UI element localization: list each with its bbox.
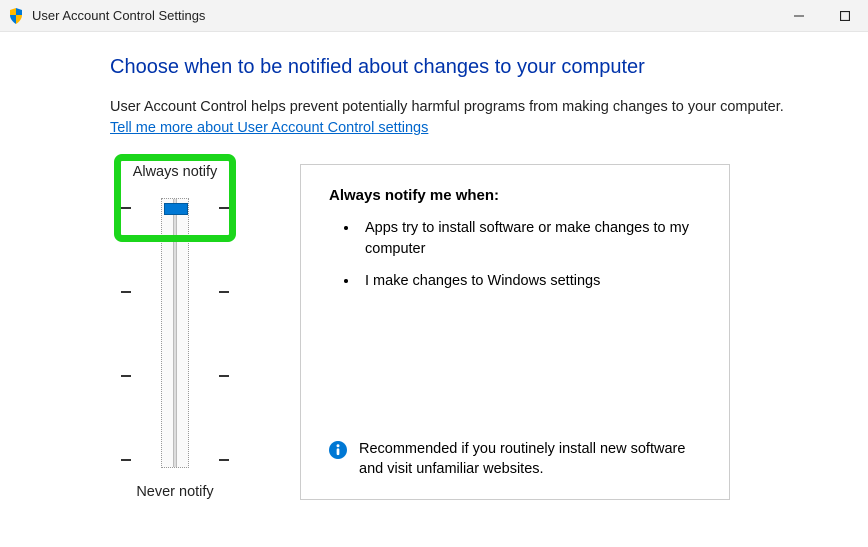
- slider-column: Always notify Never notify: [110, 164, 240, 500]
- slider-tick: [219, 291, 229, 293]
- slider-track[interactable]: [161, 198, 189, 468]
- slider-tick: [219, 207, 229, 209]
- slider-tick: [219, 459, 229, 461]
- slider-tick: [121, 207, 131, 209]
- detail-bullet: I make changes to Windows settings: [359, 271, 701, 291]
- window-controls: [776, 0, 868, 32]
- info-icon: [329, 441, 347, 459]
- page-description: User Account Control helps prevent poten…: [110, 97, 828, 117]
- detail-title: Always notify me when:: [329, 187, 701, 204]
- detail-box: Always notify me when: Apps try to insta…: [300, 164, 730, 500]
- recommendation-row: Recommended if you routinely install new…: [329, 421, 701, 480]
- window-title: User Account Control Settings: [32, 8, 205, 23]
- slider-tick: [121, 291, 131, 293]
- slider-thumb[interactable]: [164, 203, 188, 215]
- main-row: Always notify Never notify Always notify…: [110, 164, 828, 500]
- slider-tick: [219, 375, 229, 377]
- help-link[interactable]: Tell me more about User Account Control …: [110, 120, 428, 136]
- recommendation-text: Recommended if you routinely install new…: [359, 439, 701, 480]
- slider-tick: [121, 459, 131, 461]
- page-heading: Choose when to be notified about changes…: [110, 56, 828, 79]
- slider-bottom-label: Never notify: [136, 484, 213, 500]
- slider-tick: [121, 375, 131, 377]
- slider-top-label: Always notify: [133, 164, 218, 180]
- maximize-button[interactable]: [822, 0, 868, 32]
- titlebar: User Account Control Settings: [0, 0, 868, 32]
- content-area: Choose when to be notified about changes…: [0, 32, 868, 500]
- shield-icon: [8, 8, 24, 24]
- minimize-button[interactable]: [776, 0, 822, 32]
- slider-groove: [173, 199, 177, 467]
- detail-bullet: Apps try to install software or make cha…: [359, 218, 701, 259]
- detail-bullet-list: Apps try to install software or make cha…: [329, 218, 701, 303]
- slider-track-wrap: [135, 198, 215, 468]
